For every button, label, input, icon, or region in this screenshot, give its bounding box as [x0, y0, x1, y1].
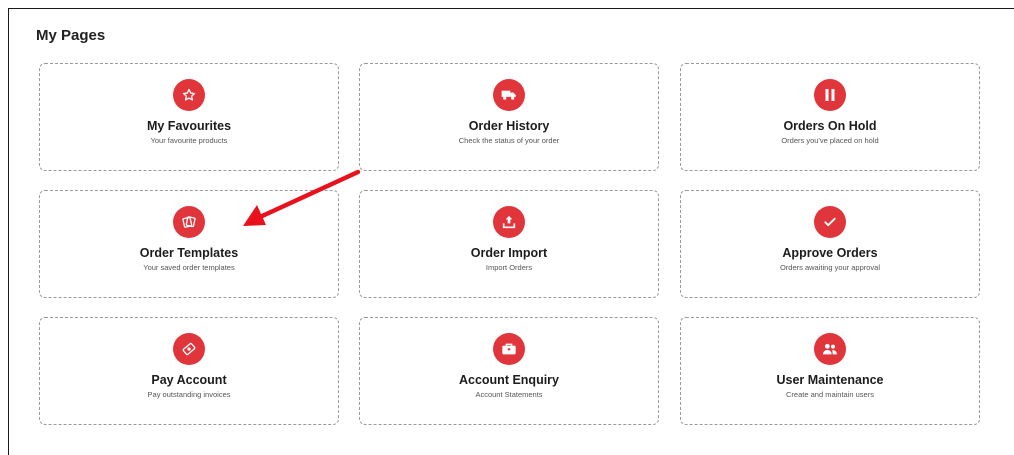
card-title: Order History — [468, 119, 550, 133]
page-title: My Pages — [36, 27, 106, 44]
card-title: Order Templates — [139, 246, 239, 260]
card-pay-account[interactable]: Pay Account Pay outstanding invoices — [39, 317, 339, 425]
card-subtitle: Create and maintain users — [786, 390, 874, 399]
card-title: Order Import — [470, 246, 548, 260]
card-user-maintenance[interactable]: User Maintenance Create and maintain use… — [680, 317, 980, 425]
card-subtitle: Pay outstanding invoices — [147, 390, 231, 399]
card-orders-on-hold[interactable]: Orders On Hold Orders you've placed on h… — [680, 63, 980, 171]
payment-icon — [173, 333, 205, 365]
card-my-favourites[interactable]: My Favourites Your favourite products — [39, 63, 339, 171]
card-order-templates[interactable]: Order Templates Your saved order templat… — [39, 190, 339, 298]
card-title: Account Enquiry — [458, 373, 559, 387]
card-subtitle: Import Orders — [485, 263, 533, 272]
upload-icon — [493, 206, 525, 238]
card-title: My Favourites — [146, 119, 232, 133]
card-title: Orders On Hold — [783, 119, 877, 133]
card-title: User Maintenance — [776, 373, 884, 387]
briefcase-icon — [493, 333, 525, 365]
card-order-history[interactable]: Order History Check the status of your o… — [359, 63, 659, 171]
templates-icon — [173, 206, 205, 238]
card-subtitle: Orders awaiting your approval — [779, 263, 881, 272]
star-icon — [173, 79, 205, 111]
card-approve-orders[interactable]: Approve Orders Orders awaiting your appr… — [680, 190, 980, 298]
checkmark-icon — [814, 206, 846, 238]
card-order-import[interactable]: Order Import Import Orders — [359, 190, 659, 298]
card-subtitle: Your saved order templates — [143, 263, 235, 272]
truck-icon — [493, 79, 525, 111]
users-icon — [814, 333, 846, 365]
card-title: Pay Account — [151, 373, 227, 387]
card-subtitle: Orders you've placed on hold — [781, 136, 879, 145]
pause-icon — [814, 79, 846, 111]
card-subtitle: Check the status of your order — [458, 136, 560, 145]
card-subtitle: Your favourite products — [150, 136, 228, 145]
card-title: Approve Orders — [782, 246, 878, 260]
card-subtitle: Account Statements — [475, 390, 543, 399]
card-account-enquiry[interactable]: Account Enquiry Account Statements — [359, 317, 659, 425]
